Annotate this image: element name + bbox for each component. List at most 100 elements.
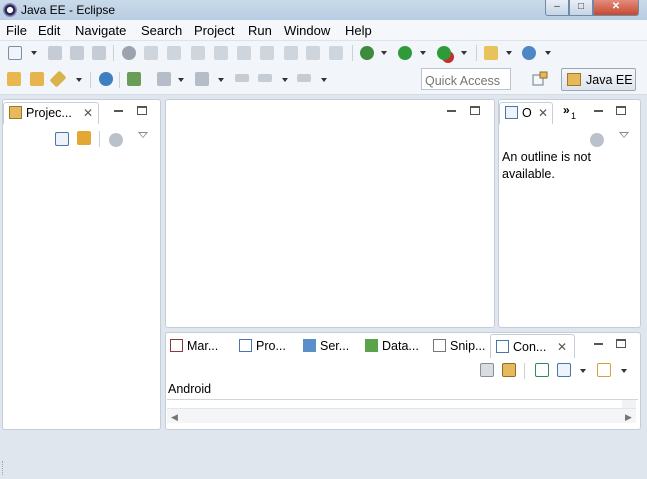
open-folder-icon[interactable] [30, 72, 44, 86]
snippets-icon [433, 339, 446, 352]
step-over-icon[interactable] [260, 46, 274, 60]
terminate-icon[interactable] [191, 46, 205, 60]
save-icon[interactable] [48, 46, 62, 60]
console-horizontal-scrollbar[interactable]: ◀ ▶ [167, 408, 636, 423]
chevron-down-icon[interactable] [619, 132, 629, 138]
resume-icon[interactable] [144, 46, 158, 60]
external-tool-dropdown-icon[interactable] [461, 51, 467, 55]
tab-data-source-explorer[interactable]: Data... [365, 339, 419, 353]
open-console-icon[interactable] [597, 363, 611, 377]
disconnect-icon[interactable] [214, 46, 228, 60]
console-vertical-scrollbar[interactable] [622, 400, 636, 408]
java-ee-perspective-button[interactable]: Java EE [561, 68, 636, 91]
project-explorer-panel [2, 99, 161, 430]
chevron-down-icon[interactable] [138, 132, 148, 138]
maximize-editor-icon[interactable] [470, 106, 480, 115]
tab-outline[interactable]: O ✕ [499, 102, 553, 124]
close-tab-icon[interactable]: ✕ [538, 106, 548, 120]
minimize-view-icon[interactable] [594, 343, 603, 345]
next-annotation-dropdown-icon[interactable] [178, 78, 184, 82]
editor-area[interactable] [165, 99, 495, 328]
suspend-icon[interactable] [167, 46, 181, 60]
outline-tab-label: O [522, 106, 532, 120]
open-perspective-icon[interactable] [532, 71, 548, 87]
status-bar [0, 438, 647, 479]
drop-to-frame-icon[interactable] [306, 46, 320, 60]
toolbar-separator [352, 45, 353, 61]
run-dropdown-icon[interactable] [420, 51, 426, 55]
previous-annotation-icon[interactable] [195, 72, 209, 86]
menu-window[interactable]: Window [284, 23, 330, 38]
tab-snippets[interactable]: Snip... [433, 339, 485, 353]
maximize-window-button[interactable]: □ [569, 0, 593, 16]
forward-dropdown-icon[interactable] [321, 78, 327, 82]
step-into-icon[interactable] [237, 46, 251, 60]
web-browser-icon[interactable] [99, 72, 113, 86]
menu-edit[interactable]: Edit [38, 23, 60, 38]
scroll-right-icon[interactable]: ▶ [625, 412, 632, 423]
maximize-view-icon[interactable] [616, 106, 626, 115]
menu-help[interactable]: Help [345, 23, 372, 38]
save-all-icon[interactable] [70, 46, 84, 60]
debug-icon[interactable] [360, 46, 374, 60]
menu-project[interactable]: Project [194, 23, 234, 38]
debug-dropdown-icon[interactable] [381, 51, 387, 55]
new-dropdown-icon[interactable] [31, 51, 37, 55]
menu-file[interactable]: File [6, 23, 27, 38]
view-menu-icon[interactable] [109, 133, 123, 147]
more-views-icon[interactable]: » [563, 103, 570, 117]
step-return-icon[interactable] [284, 46, 298, 60]
maximize-view-icon[interactable] [137, 106, 147, 115]
minimize-window-button[interactable]: – [545, 0, 569, 16]
close-tab-icon[interactable]: ✕ [83, 106, 93, 120]
open-project-icon[interactable] [7, 72, 21, 86]
tab-servers[interactable]: Ser... [303, 339, 349, 353]
collapse-all-icon[interactable] [55, 132, 69, 146]
tab-project-explorer[interactable]: Projec... ✕ [3, 102, 99, 124]
open-console-dropdown-icon[interactable] [621, 369, 627, 373]
new-server-dropdown-icon[interactable] [506, 51, 512, 55]
display-selected-console-icon[interactable] [557, 363, 571, 377]
menu-navigate[interactable]: Navigate [75, 23, 126, 38]
quick-access-input[interactable] [421, 68, 511, 90]
link-with-editor-icon[interactable] [77, 131, 91, 145]
tab-properties[interactable]: Pro... [239, 339, 286, 353]
more-views-count: 1 [571, 111, 577, 121]
scroll-lock-icon[interactable] [502, 363, 516, 377]
maximize-view-icon[interactable] [616, 339, 626, 348]
minimize-view-icon[interactable] [114, 110, 123, 112]
forward-icon[interactable] [297, 74, 311, 82]
data-source-tab-label: Data... [382, 339, 419, 353]
run-icon[interactable] [398, 46, 412, 60]
close-tab-icon[interactable]: ✕ [557, 340, 567, 354]
tab-console[interactable]: Con... ✕ [490, 334, 575, 358]
open-type-dropdown-icon[interactable] [76, 78, 82, 82]
last-edit-icon[interactable] [235, 74, 249, 82]
run-external-tool-icon[interactable] [437, 46, 451, 60]
menu-run[interactable]: Run [248, 23, 272, 38]
new-class-dropdown-icon[interactable] [545, 51, 551, 55]
new-java-class-icon[interactable] [522, 46, 536, 60]
menu-search[interactable]: Search [141, 23, 182, 38]
pin-console-icon[interactable] [535, 363, 549, 377]
print-icon[interactable] [92, 46, 106, 60]
scroll-left-icon[interactable]: ◀ [171, 412, 178, 423]
tab-markers[interactable]: Mar... [170, 339, 218, 353]
previous-annotation-dropdown-icon[interactable] [218, 78, 224, 82]
minimize-view-icon[interactable] [594, 110, 603, 112]
properties-icon [239, 339, 252, 352]
use-step-filters-icon[interactable] [329, 46, 343, 60]
display-console-dropdown-icon[interactable] [580, 369, 586, 373]
new-wizard-icon[interactable] [8, 46, 22, 60]
new-server-icon[interactable] [484, 46, 498, 60]
view-menu-icon[interactable] [590, 133, 604, 147]
next-annotation-icon[interactable] [157, 72, 171, 86]
skip-breakpoints-icon[interactable] [122, 46, 136, 60]
back-dropdown-icon[interactable] [282, 78, 288, 82]
minimize-editor-icon[interactable] [447, 110, 456, 112]
clear-console-icon[interactable] [480, 363, 494, 377]
search-icon[interactable] [127, 72, 141, 86]
close-window-button[interactable]: ✕ [593, 0, 639, 16]
back-icon[interactable] [258, 74, 272, 82]
open-type-icon[interactable] [49, 70, 67, 88]
